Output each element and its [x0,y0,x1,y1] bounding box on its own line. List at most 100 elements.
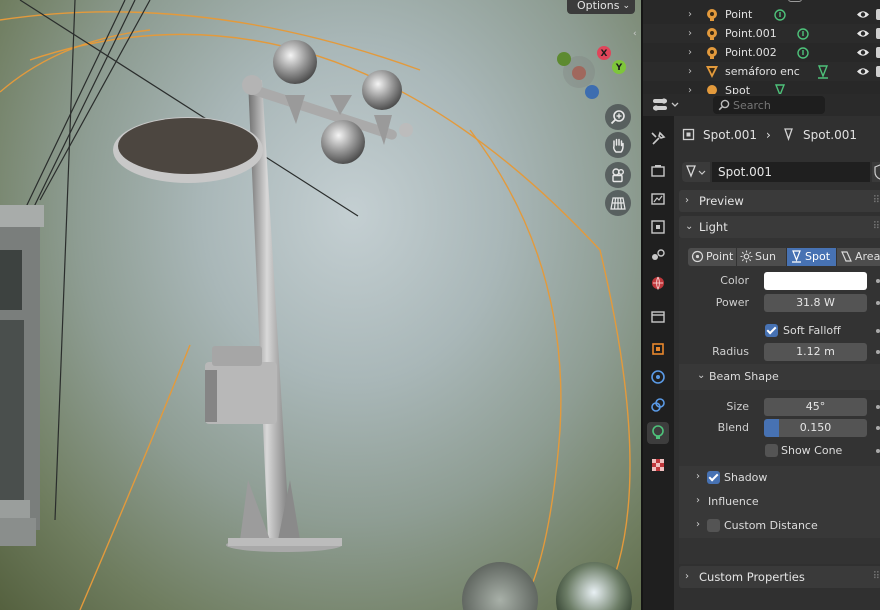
keyframe-dot-icon[interactable] [876,329,880,333]
light-data-icon[interactable] [773,8,787,22]
outliner-row-point-001[interactable]: › Point.001 [643,24,880,43]
pan-button[interactable] [605,132,631,158]
drag-handle-icon[interactable]: ⠿ [873,216,880,238]
influence-subpanel-header[interactable]: › Influence [679,490,880,514]
keyframe-dot-icon[interactable] [876,405,880,409]
eye-icon[interactable] [856,9,870,20]
zoom-button[interactable] [605,104,631,130]
outliner-item-name: semáforo enc [725,65,800,78]
light-data-icon[interactable] [796,46,810,60]
show-cone-label: Show Cone [781,444,843,457]
browse-light-button[interactable] [682,162,710,182]
shadow-subpanel-header[interactable]: › Shadow [679,466,880,490]
expand-arrow-icon[interactable]: › [688,9,692,20]
tab-object[interactable] [647,338,669,360]
tab-collection[interactable] [647,306,669,328]
tab-output[interactable] [647,188,669,210]
shadow-checkbox[interactable] [707,471,720,484]
viewport-options-button[interactable]: Options ⌄ [567,0,635,14]
outliner-item-name: Point.001 [725,27,777,40]
render-camera-icon[interactable] [876,28,880,39]
drag-handle-icon[interactable]: ⠿ [873,190,880,212]
expand-arrow-icon[interactable]: › [688,47,692,58]
street-lamp [113,40,413,552]
tab-view-layer[interactable] [647,216,669,238]
expand-arrow-icon[interactable]: › [688,85,692,94]
collection-icon [651,311,665,323]
navigation-gizmo[interactable]: X Y [555,40,635,106]
chevron-right-icon: › [696,471,700,482]
tab-physics[interactable] [647,366,669,388]
panel-custom-properties-header[interactable]: › Custom Properties ⠿ [679,566,880,588]
keyframe-dot-icon[interactable] [876,350,880,354]
outliner-row-spot[interactable]: › Spot [643,81,880,94]
beam-shape-header[interactable]: ⌄ Beam Shape [679,364,880,390]
light-type-spot-button[interactable]: Spot [787,248,836,266]
gizmo-y-neg-axis[interactable] [557,52,571,66]
outliner-item-name: Point [725,8,753,21]
light-name-field[interactable]: Spot.001 [712,162,870,182]
render-camera-icon[interactable] [876,9,880,20]
spot-data-icon[interactable] [816,65,830,79]
power-field[interactable]: 31.8 W [764,294,867,312]
drag-handle-icon[interactable]: ⠿ [873,566,880,588]
chevron-right-icon: › [685,195,689,206]
tab-tool[interactable] [647,128,669,150]
soft-falloff-checkbox[interactable] [765,324,778,337]
light-type-area-button[interactable]: Area [837,248,880,266]
outliner-row-point-002[interactable]: › Point.002 [643,43,880,62]
eye-icon[interactable] [856,28,870,39]
tab-render[interactable] [647,160,669,182]
gizmo-z-neg-axis[interactable] [585,85,599,99]
tab-constraints[interactable] [647,394,669,416]
properties-editor[interactable]: Spot.001 › Spot.001 Spot.001 › Pr [641,94,880,610]
camera-view-button[interactable] [605,162,631,188]
search-input[interactable] [733,98,821,112]
expand-arrow-icon[interactable]: › [688,66,692,77]
spot-size-field[interactable]: 45° [764,398,867,416]
light-datablock-selector[interactable]: Spot.001 [682,162,880,182]
custom-distance-subpanel-header[interactable]: › Custom Distance [679,514,880,538]
orthographic-toggle-button[interactable] [605,190,631,216]
3d-viewport[interactable]: Options ⌄ X Y ‹ [0,0,641,610]
radius-field[interactable]: 1.12 m [764,343,867,361]
gizmo-x-neg-axis[interactable] [572,66,586,80]
chevron-left-icon[interactable]: ‹ [633,29,641,43]
light-type-point-button[interactable]: Point [688,248,736,266]
panel-preview-header[interactable]: › Preview ⠿ [679,190,880,212]
panel-light-header[interactable]: ⌄ Light ⠿ [679,216,880,238]
keyframe-dot-icon[interactable] [876,279,880,283]
custom-distance-checkbox[interactable] [707,519,720,532]
breadcrumb-data: Spot.001 [803,128,857,142]
keyframe-dot-icon[interactable] [876,301,880,305]
blend-value: 0.150 [799,421,832,434]
eye-icon[interactable] [856,66,870,77]
expand-arrow-icon[interactable]: › [688,28,692,39]
fake-user-button[interactable] [872,162,880,182]
keyframe-dot-icon[interactable] [876,426,880,430]
keyframe-dot-icon[interactable] [876,449,880,453]
spot-light-icon [707,85,717,94]
outliner[interactable]: › Point › Point.001 › Point.002 › semáfo… [641,0,880,94]
render-camera-icon[interactable] [876,66,880,77]
render-camera-icon[interactable] [876,47,880,58]
tab-scene[interactable] [647,244,669,266]
light-type-spot-label: Spot [805,250,831,263]
light-bulb-icon [652,425,664,439]
light-color-swatch[interactable] [764,272,867,290]
eye-icon[interactable] [856,47,870,58]
gizmo-y-label: Y [615,63,623,73]
tab-texture[interactable] [647,454,669,476]
spot-data-icon[interactable] [773,84,787,94]
show-cone-checkbox[interactable] [765,444,778,457]
grid-icon [610,197,626,210]
outliner-row-point[interactable]: › Point [643,5,880,24]
properties-search[interactable] [713,96,825,114]
properties-editor-type-icon[interactable] [651,97,681,113]
outliner-row-semaforo-enc[interactable]: › semáforo enc [643,62,880,81]
tab-object-data-light[interactable] [647,422,669,444]
light-data-icon[interactable] [796,27,810,41]
spot-blend-slider[interactable]: 0.150 [764,419,867,437]
light-type-sun-button[interactable]: Sun [737,248,786,266]
tab-world[interactable] [647,272,669,294]
